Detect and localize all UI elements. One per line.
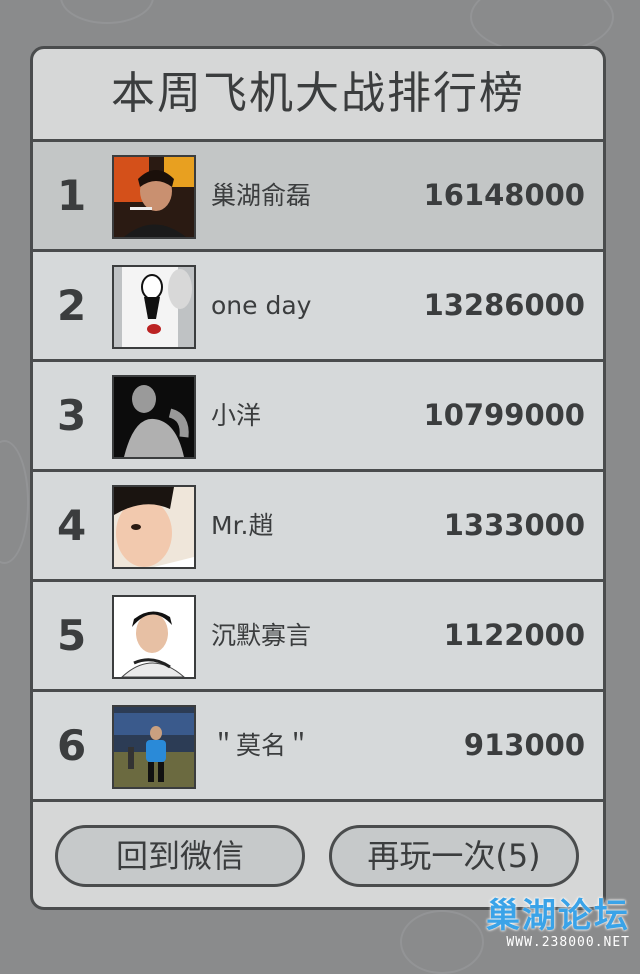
player-avatar	[112, 705, 196, 789]
ranking-row: 5 沉默寡言 1122000	[33, 582, 603, 692]
player-name: one day	[211, 291, 312, 320]
watermark-logo: 巢湖论坛	[486, 896, 630, 936]
background-doodle	[400, 910, 484, 974]
player-score: 16148000	[423, 178, 585, 212]
player-score: 1122000	[443, 618, 585, 652]
player-avatar	[112, 375, 196, 459]
background-doodle	[0, 440, 29, 564]
rank-number: 6	[57, 721, 87, 770]
button-bar: 回到微信 再玩一次(5)	[33, 805, 603, 907]
rank-number: 2	[57, 281, 87, 330]
leaderboard-title: 本周飞机大战排行榜	[33, 49, 603, 142]
leaderboard-panel: 本周飞机大战排行榜 1 巢湖俞磊 16148000 2 one day 1328…	[30, 46, 606, 910]
rank-number: 3	[57, 391, 87, 440]
watermark-url: WWW.238000.NET	[506, 935, 630, 950]
play-again-button[interactable]: 再玩一次(5)	[329, 825, 579, 887]
ranking-row: 1 巢湖俞磊 16148000	[33, 142, 603, 252]
player-avatar	[112, 155, 196, 239]
ranking-row: 4 Mr.趙 1333000	[33, 472, 603, 582]
player-avatar	[112, 485, 196, 569]
rank-number: 5	[57, 611, 87, 660]
player-name: ＂莫名＂	[211, 731, 312, 760]
player-score: 10799000	[423, 398, 585, 432]
background-doodle	[60, 0, 154, 24]
back-to-wechat-button[interactable]: 回到微信	[55, 825, 305, 887]
player-name: 小洋	[211, 401, 262, 430]
player-avatar	[112, 265, 196, 349]
player-name: 沉默寡言	[211, 621, 312, 650]
rank-number: 1	[57, 171, 87, 220]
player-score: 1333000	[443, 508, 585, 542]
player-avatar	[112, 595, 196, 679]
ranking-row: 2 one day 13286000	[33, 252, 603, 362]
rank-number: 4	[57, 501, 87, 550]
ranking-list: 1 巢湖俞磊 16148000 2 one day 13286000 3 小洋 …	[33, 142, 603, 802]
player-score: 913000	[463, 728, 585, 762]
player-name: 巢湖俞磊	[211, 181, 312, 210]
watermark: 巢湖论坛 WWW.238000.NET	[486, 897, 630, 950]
ranking-row: 6 ＂莫名＂ 913000	[33, 692, 603, 802]
player-score: 13286000	[423, 288, 585, 322]
ranking-row: 3 小洋 10799000	[33, 362, 603, 472]
player-name: Mr.趙	[211, 511, 274, 540]
